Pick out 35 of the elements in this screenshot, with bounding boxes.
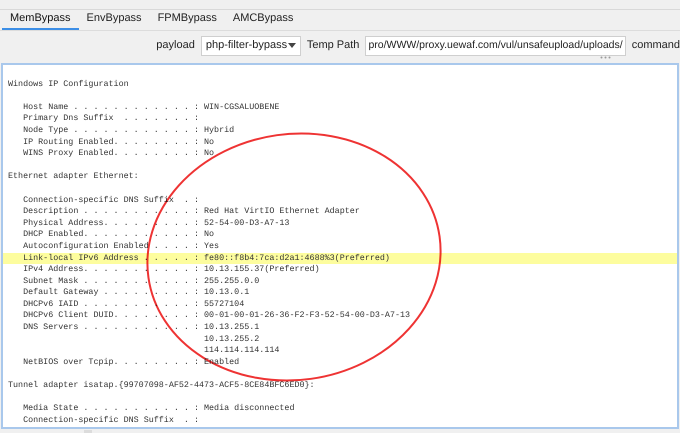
output-line: Connection-specific DNS Suffix . : xyxy=(22,414,200,426)
tab[interactable]: MemBypass xyxy=(2,9,79,30)
output-line: DHCPv6 IAID . . . . . . . . . . . : 55727104 xyxy=(22,298,246,310)
output-area[interactable] xyxy=(1,63,679,429)
payload-label: payload xyxy=(156,38,195,54)
caret-icon xyxy=(288,43,296,48)
tab[interactable]: EnvBypass xyxy=(78,9,150,30)
output-line: IPv4 Address. . . . . . . . . . . : 10.13.155.37(Preferred) xyxy=(22,264,321,276)
output-line: Windows IP Configuration xyxy=(7,78,130,90)
output-line: Subnet Mask . . . . . . . . . . . : 255.255.0.0 xyxy=(22,276,260,288)
output-line: Host Name . . . . . . . . . . . . : WIN-CGSALUOBENE xyxy=(22,102,280,114)
tab[interactable]: FPMBypass xyxy=(150,9,225,30)
output-line: DNS Servers . . . . . . . . . . . : 10.13.255.1 xyxy=(22,322,260,334)
output-line: Node Type . . . . . . . . . . . . : Hybrid xyxy=(22,124,236,137)
output-line: DHCP Enabled. . . . . . . . . . . : No xyxy=(22,229,216,241)
output-line: WINS Proxy Enabled. . . . . . . . : No xyxy=(22,148,216,160)
command-label: command xyxy=(632,38,680,54)
output-line: IP Routing Enabled. . . . . . . . : No xyxy=(22,136,216,148)
tab[interactable]: AMCBypass xyxy=(224,9,302,30)
output-line: Media State . . . . . . . . . . . : Media disconnected xyxy=(22,403,296,415)
output-line: Primary Dns Suffix . . . . . . . : xyxy=(22,113,200,125)
output-line: DHCPv6 Client DUID. . . . . . . . : 00-01-00-01-26-36-F2-F3-52-54-00-D3-A7-13 xyxy=(22,310,412,322)
output-line: Tunnel adapter isatap.{99707098-AF52-4473-ACF5-8CE84BFC6ED0}: xyxy=(7,380,316,392)
temp-path-field[interactable]: pro/WWW/proxy.uewaf.com/vul/unsafeupload/uploads/ xyxy=(365,36,626,56)
payload-select[interactable]: php-filter-bypass xyxy=(200,36,301,56)
output-line: 114.114.114.114 xyxy=(203,345,280,357)
output-line: 10.13.255.2 xyxy=(203,334,260,346)
temp-path-label: Temp Path xyxy=(306,38,360,54)
resize-grip-icon xyxy=(600,56,611,59)
resize-grip-icon xyxy=(84,430,92,433)
output-line: Ethernet adapter Ethernet: xyxy=(7,171,140,183)
output-line: Autoconfiguration Enabled . . . . : Yes xyxy=(22,240,220,252)
output-line: Physical Address. . . . . . . . . : 52-54-00-D3-A7-13 xyxy=(22,218,290,230)
output-line: Description . . . . . . . . . . . : Red Hat VirtIO Ethernet Adapter xyxy=(22,206,361,218)
output-line: Default Gateway . . . . . . . . . : 10.13.0.1 xyxy=(22,287,250,299)
